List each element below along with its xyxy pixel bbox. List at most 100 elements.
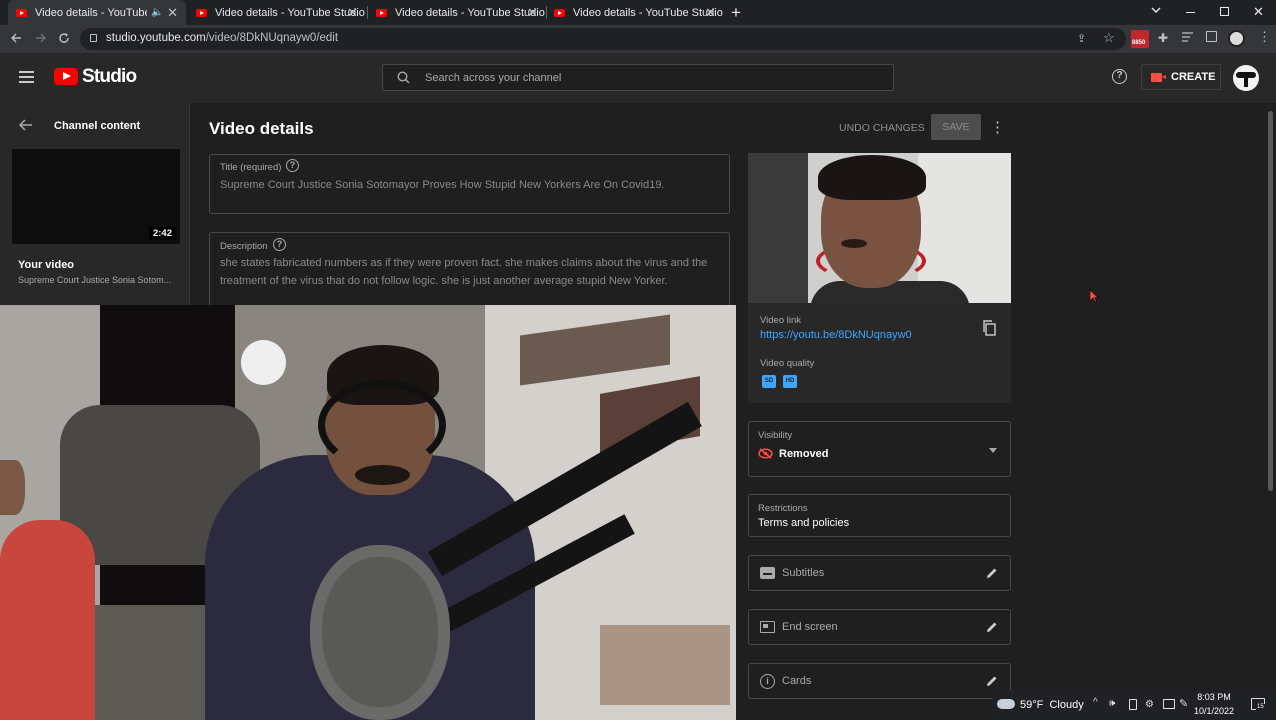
restrictions-card[interactable]: Restrictions Terms and policies bbox=[748, 494, 1011, 537]
cloud-weather-icon bbox=[997, 699, 1015, 709]
create-button[interactable]: CREATE bbox=[1141, 64, 1221, 90]
end-screen-icon bbox=[760, 621, 775, 633]
undo-changes-button[interactable]: UNDO CHANGES bbox=[839, 122, 925, 134]
channel-content-link[interactable]: Channel content bbox=[54, 120, 140, 132]
hamburger-menu-icon[interactable] bbox=[19, 71, 34, 83]
subtitles-edit-icon[interactable] bbox=[985, 566, 999, 580]
profile-avatar[interactable] bbox=[1228, 30, 1245, 47]
subtitles-row[interactable]: Subtitles bbox=[748, 555, 1011, 591]
tab-title: Video details - YouTube Studio bbox=[395, 6, 545, 19]
restrictions-label: Restrictions bbox=[758, 503, 808, 514]
tab-close-icon[interactable]: ✕ bbox=[347, 5, 358, 21]
description-help-icon[interactable]: ? bbox=[273, 238, 286, 251]
tab-close-icon[interactable]: ✕ bbox=[527, 5, 538, 21]
browser-toolbar: studio.youtube.com/video/8DkNUqnayw0/edi… bbox=[0, 25, 1276, 53]
tab-title: Video details - YouTube Studio bbox=[35, 6, 147, 19]
forward-icon[interactable] bbox=[35, 32, 47, 44]
chrome-menu-icon[interactable]: ⋮ bbox=[1258, 29, 1271, 45]
window-close-icon[interactable]: ✕ bbox=[1253, 4, 1264, 20]
browser-tab-1[interactable]: Video details - YouTube Studio 🔈 ✕ bbox=[8, 0, 186, 25]
browser-tab-4[interactable]: Video details - YouTube Studio ✕ bbox=[546, 0, 724, 25]
reading-list-icon[interactable] bbox=[1181, 31, 1194, 43]
dropdown-arrow-icon[interactable] bbox=[989, 448, 997, 453]
sidebar-video-title: Supreme Court Justice Sonia Sotom... bbox=[18, 275, 172, 285]
title-field[interactable]: Title (required) ? Supreme Court Justice… bbox=[209, 154, 730, 214]
clock-date[interactable]: 10/1/2022 bbox=[1190, 706, 1238, 716]
end-screen-edit-icon[interactable] bbox=[985, 620, 999, 634]
copy-icon[interactable] bbox=[982, 320, 996, 336]
tab-search-chevron-icon[interactable] bbox=[1151, 6, 1161, 14]
search-icon[interactable] bbox=[397, 71, 410, 84]
back-icon[interactable] bbox=[10, 32, 22, 44]
help-icon[interactable]: ? bbox=[1112, 69, 1127, 84]
browser-tab-3[interactable]: Video details - YouTube Studio ✕ bbox=[368, 0, 546, 25]
search-input[interactable] bbox=[425, 70, 865, 86]
tab-title: Video details - YouTube Studio bbox=[215, 6, 365, 19]
device-icon[interactable] bbox=[1129, 699, 1137, 710]
browser-tab-strip: Video details - YouTube Studio 🔈 ✕ Video… bbox=[0, 0, 1276, 25]
share-icon[interactable]: ⇪ bbox=[1077, 32, 1086, 45]
video-info-card: Video link https://youtu.be/8DkNUqnayw0 … bbox=[748, 303, 1011, 403]
restore-icon[interactable] bbox=[1220, 7, 1229, 16]
cards-label: Cards bbox=[782, 675, 812, 687]
save-button[interactable]: SAVE bbox=[931, 114, 981, 140]
create-label: CREATE bbox=[1171, 71, 1216, 83]
more-options-icon[interactable]: ⋮ bbox=[990, 118, 1005, 136]
title-label: Title (required) bbox=[220, 162, 282, 173]
hd-badge: HD bbox=[783, 375, 797, 388]
description-field[interactable]: Description ? she states fabricated numb… bbox=[209, 232, 730, 312]
page-scrollbar[interactable] bbox=[1265, 103, 1276, 690]
sync-icon[interactable]: ⚙ bbox=[1145, 699, 1154, 710]
end-screen-row[interactable]: End screen bbox=[748, 609, 1011, 645]
description-line-2[interactable]: treatment of the virus that do not follo… bbox=[220, 272, 668, 290]
extensions-puzzle-icon[interactable]: ✚ bbox=[1158, 31, 1168, 45]
video-link[interactable]: https://youtu.be/8DkNUqnayw0 bbox=[760, 329, 912, 341]
browser-tab-2[interactable]: Video details - YouTube Studio ✕ bbox=[188, 0, 366, 25]
back-arrow-icon[interactable] bbox=[19, 119, 33, 131]
tab-close-icon[interactable]: ✕ bbox=[705, 5, 716, 21]
studio-header: Studio ? CREATE bbox=[0, 53, 1276, 103]
cards-row[interactable]: i Cards bbox=[748, 663, 1011, 699]
lock-icon[interactable] bbox=[90, 34, 97, 42]
reload-icon[interactable] bbox=[58, 32, 70, 44]
minimize-icon[interactable] bbox=[1186, 12, 1195, 13]
channel-search[interactable] bbox=[382, 64, 894, 91]
video-quality-label: Video quality bbox=[760, 358, 815, 369]
tray-chevron-icon[interactable]: ^ bbox=[1093, 697, 1098, 708]
clock-time[interactable]: 8:03 PM bbox=[1194, 692, 1234, 702]
address-bar[interactable]: studio.youtube.com/video/8DkNUqnayw0/edi… bbox=[80, 28, 1126, 50]
extension-badge-icon[interactable]: 8850 bbox=[1131, 30, 1149, 48]
new-tab-icon[interactable]: + bbox=[731, 3, 741, 23]
network-icon[interactable] bbox=[1163, 699, 1175, 709]
account-avatar[interactable] bbox=[1233, 65, 1259, 91]
studio-logo-text[interactable]: Studio bbox=[82, 66, 137, 88]
removed-eye-icon bbox=[758, 448, 773, 459]
description-label: Description bbox=[220, 241, 268, 252]
page-title: Video details bbox=[209, 119, 314, 138]
audio-icon[interactable]: 🔈 bbox=[151, 7, 163, 18]
description-line-1[interactable]: she states fabricated numbers as if they… bbox=[220, 254, 707, 272]
cards-edit-icon[interactable] bbox=[985, 674, 999, 688]
visibility-dropdown[interactable]: Visibility Removed bbox=[748, 421, 1011, 477]
youtube-favicon-icon bbox=[554, 8, 565, 17]
title-help-icon[interactable]: ? bbox=[286, 159, 299, 172]
scrollbar-thumb[interactable] bbox=[1268, 111, 1273, 491]
sd-badge: SD bbox=[762, 375, 776, 388]
youtube-favicon-icon bbox=[196, 8, 207, 17]
bookmark-star-icon[interactable]: ☆ bbox=[1103, 30, 1115, 46]
side-panel-icon[interactable] bbox=[1206, 31, 1217, 42]
pen-icon[interactable]: ✎ bbox=[1179, 697, 1188, 710]
end-screen-label: End screen bbox=[782, 621, 838, 633]
notifications-icon[interactable]: 15 bbox=[1251, 698, 1265, 710]
subtitles-label: Subtitles bbox=[782, 567, 825, 579]
mouse-cursor-icon bbox=[1090, 290, 1099, 303]
video-preview-player[interactable] bbox=[748, 153, 1011, 303]
tab-close-icon[interactable]: ✕ bbox=[167, 5, 178, 21]
title-value[interactable]: Supreme Court Justice Sonia Sotomayor Pr… bbox=[220, 176, 665, 194]
tab-title: Video details - YouTube Studio bbox=[573, 6, 723, 19]
video-thumbnail[interactable]: 2:42 bbox=[12, 149, 180, 244]
weather-text[interactable]: 59°F Cloudy bbox=[1020, 699, 1084, 711]
youtube-logo-icon[interactable] bbox=[54, 68, 78, 85]
speaker-icon[interactable]: 🕪 bbox=[1109, 698, 1115, 709]
url-text[interactable]: studio.youtube.com/video/8DkNUqnayw0/edi… bbox=[106, 32, 338, 44]
